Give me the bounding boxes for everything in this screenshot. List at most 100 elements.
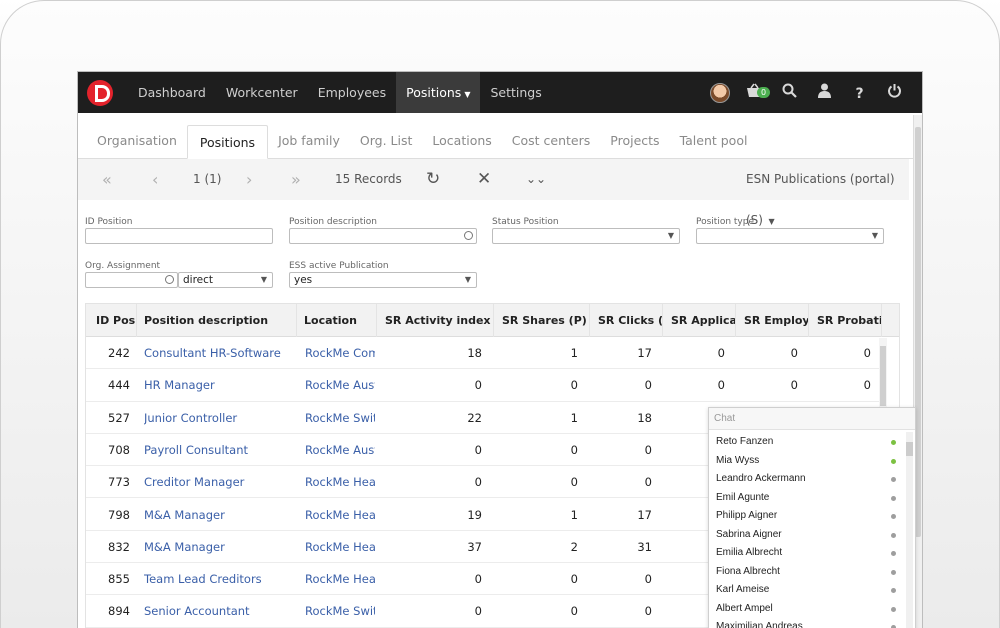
- chat-user[interactable]: Philipp Aigner: [716, 507, 896, 526]
- chat-user[interactable]: Fiona Albrecht: [716, 563, 896, 582]
- table-cell[interactable]: Consultant HR-Software: [144, 337, 294, 369]
- table-cell[interactable]: RockMe Headc: [305, 466, 375, 498]
- tab-job-family[interactable]: Job family: [268, 124, 350, 158]
- column-header[interactable]: SR Activity index (P): [377, 304, 494, 337]
- records-toolbar: « ‹ 1 (1) › » 15 Records ↻ ✕ ⌄⌄ ESN Publ…: [78, 159, 909, 227]
- column-header[interactable]: SR Employm: [736, 304, 809, 337]
- chat-user[interactable]: Emil Agunte: [716, 489, 896, 508]
- status-position-label: Status Position: [492, 217, 559, 227]
- column-header[interactable]: Location: [297, 304, 377, 337]
- column-header[interactable]: SR Shares (P): [494, 304, 590, 337]
- previous-page-icon[interactable]: ‹: [152, 159, 158, 200]
- lookup-icon[interactable]: [165, 275, 174, 284]
- chat-user-name: Fiona Albrecht: [716, 565, 780, 577]
- profile-button[interactable]: [807, 83, 842, 102]
- chat-scrollbar[interactable]: [906, 432, 913, 628]
- chat-user-name: Philipp Aigner: [716, 510, 778, 521]
- next-page-icon[interactable]: ›: [246, 159, 252, 200]
- clear-filter-icon[interactable]: ✕: [477, 159, 491, 200]
- app-screen: Dashboard Workcenter Employees Positions…: [78, 72, 922, 628]
- table-row[interactable]: 444 HR Manager RockMe Austri 0 0 0 0 0 0: [86, 369, 886, 402]
- chat-user[interactable]: Reto Fanzen: [716, 433, 896, 452]
- chat-user[interactable]: Mia Wyss: [716, 452, 896, 471]
- portal-selector[interactable]: ESN Publications (portal) (S) ▼: [746, 159, 909, 227]
- tab-organisation[interactable]: Organisation: [87, 124, 187, 158]
- chat-user[interactable]: Karl Ameise: [716, 581, 896, 600]
- help-button[interactable]: ?: [842, 84, 877, 102]
- table-cell: 0: [644, 378, 652, 393]
- tab-positions[interactable]: Positions: [186, 125, 269, 159]
- user-avatar[interactable]: [702, 82, 737, 103]
- chat-scrollbar-thumb[interactable]: [906, 442, 913, 456]
- nav-employees[interactable]: Employees: [308, 72, 396, 113]
- table-cell[interactable]: Senior Accountant: [144, 595, 294, 627]
- table-cell[interactable]: RockMe Headc: [305, 531, 375, 563]
- table-cell: 0: [570, 378, 578, 393]
- table-cell[interactable]: RockMe Headc: [305, 499, 375, 531]
- logout-button[interactable]: [877, 83, 912, 102]
- org-assignment-input[interactable]: [85, 272, 178, 288]
- nav-settings[interactable]: Settings: [480, 72, 551, 113]
- position-description-input[interactable]: [289, 228, 477, 244]
- column-header[interactable]: Position description: [137, 304, 297, 337]
- table-cell: 0: [644, 442, 652, 457]
- table-cell[interactable]: M&A Manager: [144, 531, 294, 563]
- table-cell[interactable]: RockMe Austri: [305, 369, 375, 401]
- last-page-icon[interactable]: »: [291, 159, 301, 200]
- table-cell[interactable]: Creditor Manager: [144, 466, 294, 498]
- chat-user[interactable]: Leandro Ackermann: [716, 470, 896, 489]
- search-button[interactable]: [772, 83, 807, 102]
- offline-status-icon: [891, 588, 896, 593]
- nav-positions[interactable]: Positions ▼: [396, 72, 481, 113]
- nav-workcenter[interactable]: Workcenter: [216, 72, 308, 113]
- org-assignment-mode-select[interactable]: direct ▼: [178, 272, 273, 288]
- refresh-icon[interactable]: ↻: [426, 159, 440, 200]
- table-cell: 0: [570, 442, 578, 457]
- chat-user[interactable]: Emilia Albrecht: [716, 544, 896, 563]
- tab-org-list[interactable]: Org. List: [350, 124, 423, 158]
- app-logo-icon[interactable]: [87, 79, 113, 106]
- chat-user[interactable]: Maximilian Andreas: [716, 618, 896, 628]
- expand-filters-icon[interactable]: ⌄⌄: [526, 159, 546, 200]
- table-scrollbar[interactable]: [879, 338, 887, 418]
- column-header[interactable]: SR Applicati: [663, 304, 736, 337]
- first-page-icon[interactable]: «: [102, 159, 112, 200]
- table-cell[interactable]: RockMe Austri: [305, 434, 375, 466]
- table-scrollbar-thumb[interactable]: [880, 346, 886, 406]
- tab-projects[interactable]: Projects: [600, 124, 669, 158]
- table-cell[interactable]: RockMe Comp: [305, 337, 375, 369]
- chat-user[interactable]: Sabrina Aigner: [716, 526, 896, 545]
- status-position-select[interactable]: ▼: [492, 228, 680, 244]
- table-cell: 0: [570, 604, 578, 619]
- ess-active-publication-select[interactable]: yes ▼: [289, 272, 477, 288]
- table-cell: 31: [637, 539, 652, 554]
- lookup-icon[interactable]: [464, 231, 473, 240]
- table-cell[interactable]: RockMe Switze: [305, 402, 375, 434]
- table-cell[interactable]: Junior Controller: [144, 402, 294, 434]
- filter-panel: ID Position Position description Status …: [78, 200, 909, 306]
- chat-user-name: Albert Ampel: [716, 602, 773, 614]
- table-cell: 1: [570, 410, 578, 425]
- position-type-select[interactable]: ▼: [696, 228, 884, 244]
- tab-locations[interactable]: Locations: [422, 124, 501, 158]
- tab-talent-pool[interactable]: Talent pool: [670, 124, 758, 158]
- id-position-input[interactable]: [85, 228, 273, 244]
- table-cell: 0: [790, 346, 798, 360]
- column-header[interactable]: SR Probation: [809, 304, 882, 337]
- chat-user-name: Emil Agunte: [716, 491, 770, 503]
- column-header[interactable]: SR Clicks (P): [590, 304, 663, 337]
- table-cell[interactable]: Team Lead Creditors: [144, 563, 294, 595]
- table-cell[interactable]: HR Manager: [144, 369, 294, 401]
- table-cell[interactable]: RockMe Headc: [305, 563, 375, 595]
- nav-dashboard[interactable]: Dashboard: [128, 72, 216, 113]
- table-cell[interactable]: Payroll Consultant: [144, 434, 294, 466]
- shopping-basket-button[interactable]: 0: [737, 83, 772, 102]
- chat-user[interactable]: Albert Ampel: [716, 600, 896, 619]
- tab-cost-centers[interactable]: Cost centers: [502, 124, 601, 158]
- chat-user-name: Leandro Ackermann: [716, 473, 806, 484]
- record-count: 15 Records: [335, 172, 402, 186]
- table-cell[interactable]: M&A Manager: [144, 499, 294, 531]
- table-row[interactable]: 242 Consultant HR-Software RockMe Comp 18 1 1…: [86, 337, 886, 370]
- table-cell[interactable]: RockMe Switze: [305, 595, 375, 627]
- column-header[interactable]: ID Posit: [86, 304, 137, 337]
